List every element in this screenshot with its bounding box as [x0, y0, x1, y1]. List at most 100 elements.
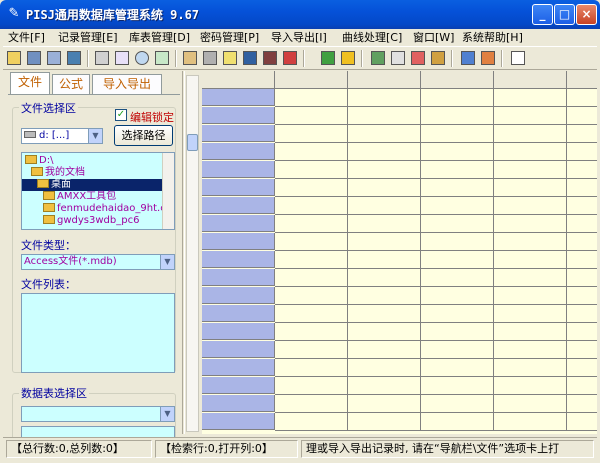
status-totals: 【总行数:0,总列数:0】	[6, 440, 152, 458]
minimize-button[interactable]: _	[532, 4, 553, 25]
file-list-label: 文件列表：	[21, 276, 76, 292]
toolbar-edit-icon[interactable]	[221, 49, 239, 67]
file-list[interactable]	[21, 293, 175, 373]
tree-item-folder[interactable]: gwdys3wdb_pc6	[22, 215, 139, 227]
toolbar-book-icon[interactable]	[241, 49, 259, 67]
chevron-down-icon: ▼	[88, 129, 102, 143]
grid-row-header[interactable]	[202, 143, 275, 160]
toolbar-open-icon[interactable]	[5, 49, 23, 67]
grid-row-header[interactable]	[202, 197, 275, 214]
toolbar-delete-icon[interactable]	[281, 49, 299, 67]
tree-item-drive[interactable]: D:\	[22, 155, 53, 167]
tree-scrollbar[interactable]	[162, 153, 174, 229]
chevron-down-icon: ▼	[160, 407, 174, 421]
grid-row-header[interactable]	[202, 125, 275, 142]
maximize-button[interactable]: □	[554, 4, 575, 25]
toolbar-convert-icon[interactable]	[479, 49, 497, 67]
tree-item-folder[interactable]: AMXX工具包	[22, 191, 116, 203]
grid-row-header[interactable]	[202, 413, 275, 430]
toolbar-download-icon[interactable]	[339, 49, 357, 67]
toolbar-key-icon[interactable]	[181, 49, 199, 67]
tree-item-my-documents[interactable]: 我的文档	[22, 167, 85, 179]
grid-column-header[interactable]	[275, 71, 348, 89]
grid-row-header[interactable]	[202, 107, 275, 124]
toolbar-chart-icon[interactable]	[509, 49, 527, 67]
menu-record[interactable]: 记录管理[E]	[58, 30, 118, 45]
toolbar-import-icon[interactable]	[369, 49, 387, 67]
toolbar-separator	[361, 50, 363, 67]
grid-row-header[interactable]	[202, 215, 275, 232]
menu-password[interactable]: 密码管理[P]	[200, 30, 259, 45]
status-hint: 理或导入导出记录时, 请在“导航栏\文件”选项卡上打	[301, 440, 594, 458]
toolbar-calculator-icon[interactable]	[319, 49, 337, 67]
menu-import-export[interactable]: 导入导出[I]	[271, 30, 327, 45]
grid-row-line	[275, 196, 597, 197]
grid-row-header[interactable]	[202, 251, 275, 268]
toolbar-transfer-icon[interactable]	[459, 49, 477, 67]
menu-window[interactable]: 窗口[W]	[413, 30, 454, 45]
file-type-select[interactable]: Access文件(*.mdb) ▼	[21, 254, 175, 270]
toolbar-frame-icon[interactable]	[409, 49, 427, 67]
grid-row-line	[275, 304, 597, 305]
menu-help[interactable]: 系统帮助[H]	[462, 30, 523, 45]
file-type-select-value: Access文件(*.mdb)	[24, 256, 117, 267]
grid-row-header[interactable]	[202, 359, 275, 376]
menu-file[interactable]: 文件[F]	[8, 30, 45, 45]
close-button[interactable]: ×	[576, 4, 597, 25]
toolbar-new-icon[interactable]	[25, 49, 43, 67]
drive-select[interactable]: d: [...] ▼	[21, 128, 103, 144]
grid-row-header[interactable]	[202, 179, 275, 196]
grid-row-line	[275, 214, 597, 215]
grid-row-header[interactable]	[202, 89, 275, 106]
grid-row-line	[275, 268, 597, 269]
grid-column-header[interactable]	[567, 71, 597, 89]
select-path-button[interactable]: 选择路径	[114, 125, 173, 146]
toolbar-refresh-icon[interactable]	[153, 49, 171, 67]
toolbar-tools-icon[interactable]	[201, 49, 219, 67]
tab-file[interactable]: 文件	[10, 72, 50, 94]
data-grid[interactable]	[202, 71, 597, 434]
toolbar-separator	[501, 50, 503, 67]
grid-column-header[interactable]	[494, 71, 567, 89]
grid-column-header-row	[202, 71, 597, 89]
menu-table[interactable]: 库表管理[D]	[129, 30, 190, 45]
table-select[interactable]: ▼	[21, 406, 175, 422]
toolbar-search-icon[interactable]	[133, 49, 151, 67]
grid-column-header[interactable]	[421, 71, 494, 89]
tree-item-desktop[interactable]: 桌面	[22, 179, 163, 191]
drive-icon	[24, 131, 36, 138]
grid-row-header[interactable]	[202, 341, 275, 358]
toolbar-lock-icon[interactable]	[429, 49, 447, 67]
grid-row-header[interactable]	[202, 269, 275, 286]
grid-row-line	[275, 376, 597, 377]
edit-lock-checkbox[interactable]: ✓	[115, 109, 127, 121]
grid-row-line	[275, 322, 597, 323]
scrollbar-thumb[interactable]	[187, 134, 198, 151]
toolbar-books-icon[interactable]	[261, 49, 279, 67]
grid-vertical-scrollbar[interactable]	[186, 75, 199, 432]
grid-row-header[interactable]	[202, 161, 275, 178]
grid-row-line	[275, 412, 597, 413]
edit-lock-label: 编辑锁定	[130, 111, 174, 124]
status-cursor: 【检索行:0,打开列:0】	[155, 440, 298, 458]
folder-icon	[43, 203, 55, 212]
toolbar-copy-icon[interactable]	[45, 49, 63, 67]
grid-column-header[interactable]	[348, 71, 421, 89]
toolbar-export-icon[interactable]	[65, 49, 83, 67]
grid-row-header[interactable]	[202, 377, 275, 394]
tab-import-export[interactable]: 导入导出	[92, 74, 162, 94]
grid-row-header[interactable]	[202, 305, 275, 322]
toolbar-cut-icon[interactable]	[93, 49, 111, 67]
folder-tree[interactable]: D:\ 我的文档 桌面 AMXX工具包 fenmudehaidao_9ht.c …	[21, 152, 175, 230]
tab-file-content: 文件选择区 ✓ 编辑锁定 d: [...] ▼ 选择路径 D:\ 我的文档 桌面…	[8, 94, 180, 443]
toolbar-grid-icon[interactable]	[113, 49, 131, 67]
grid-row-header[interactable]	[202, 323, 275, 340]
grid-row-header[interactable]	[202, 287, 275, 304]
grid-row-header[interactable]	[202, 395, 275, 412]
toolbar-script-icon[interactable]	[389, 49, 407, 67]
grid-row-header[interactable]	[202, 233, 275, 250]
tab-formula[interactable]: 公式	[52, 74, 90, 94]
menu-curve[interactable]: 曲线处理[C]	[342, 30, 402, 45]
grid-column-header[interactable]	[202, 71, 275, 89]
tree-item-folder[interactable]: fenmudehaidao_9ht.c	[22, 203, 166, 215]
